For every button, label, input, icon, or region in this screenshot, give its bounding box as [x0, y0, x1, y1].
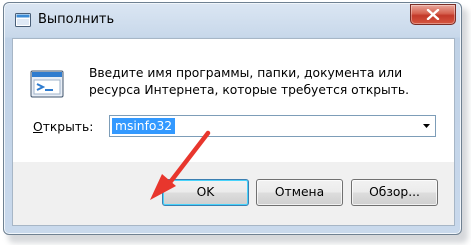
- open-label: Открыть:: [33, 120, 93, 134]
- cancel-button[interactable]: Отмена: [256, 179, 343, 206]
- title-bar[interactable]: Выполнить: [4, 3, 461, 37]
- run-app-icon: [15, 13, 31, 27]
- description-text: Введите имя программы, папки, документа …: [89, 66, 410, 97]
- ok-button[interactable]: OK: [162, 179, 249, 206]
- window-title: Выполнить: [38, 12, 115, 27]
- run-icon: [30, 70, 64, 98]
- close-button[interactable]: [410, 4, 456, 25]
- run-dialog: Выполнить Введите имя программы, папки, …: [3, 2, 462, 235]
- content-area: Введите имя программы, папки, документа …: [13, 39, 454, 162]
- close-icon: [426, 9, 440, 20]
- command-value[interactable]: msinfo32: [112, 118, 176, 134]
- open-label-text: ткрыть:: [42, 120, 94, 134]
- command-input[interactable]: msinfo32: [109, 115, 436, 137]
- browse-button[interactable]: Обзор...: [351, 179, 438, 206]
- dropdown-arrow-icon[interactable]: [418, 116, 435, 136]
- dialog-body: Введите имя программы, папки, документа …: [12, 38, 455, 226]
- open-label-accelerator: О: [33, 120, 43, 134]
